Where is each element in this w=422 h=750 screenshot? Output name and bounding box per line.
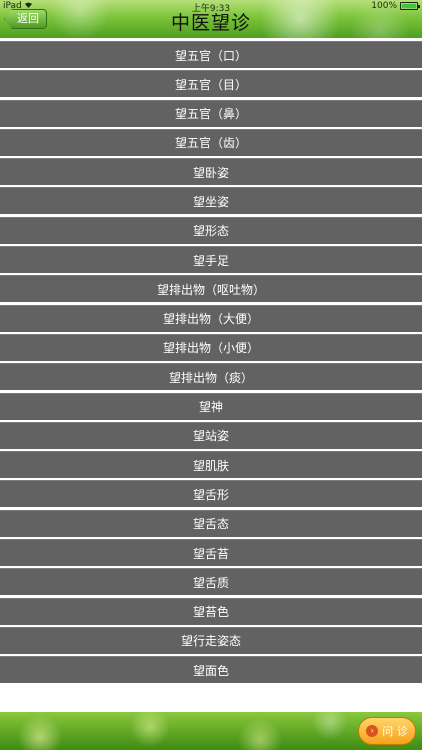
list-item[interactable]: 望五官（口）	[0, 41, 422, 68]
list-item[interactable]: 望排出物（呕吐物）	[0, 275, 422, 303]
list-item[interactable]: 望行走姿态	[0, 626, 422, 654]
bottom-bar: › 问 诊	[0, 712, 422, 750]
list-item[interactable]: 望排出物（大便）	[0, 304, 422, 332]
list-item[interactable]: 望舌质	[0, 568, 422, 596]
list-item[interactable]: 望排出物（小便）	[0, 333, 422, 361]
consult-button[interactable]: › 问 诊	[358, 717, 416, 745]
list-item[interactable]: 望舌态	[0, 509, 422, 537]
consult-label: 问 诊	[382, 725, 408, 738]
list-item[interactable]: 望五官（目）	[0, 70, 422, 98]
list-item[interactable]: 望苔色	[0, 597, 422, 625]
diagnosis-list: 望五官（口） 望五官（目） 望五官（鼻） 望五官（齿） 望卧姿 望坐姿 望形态 望手足 望排出物…	[0, 41, 422, 686]
arrow-right-icon: ›	[366, 725, 379, 737]
list-item[interactable]: 望舌苔	[0, 539, 422, 567]
header-bar: iPad 上午9:33 100% 返回 中医望诊	[0, 0, 422, 38]
list-item[interactable]: 望排出物（痰）	[0, 363, 422, 391]
list-item[interactable]: 望五官（鼻）	[0, 99, 422, 127]
list-item[interactable]: 望手足	[0, 246, 422, 274]
list-item[interactable]: 望形态	[0, 216, 422, 244]
list-item[interactable]: 望神	[0, 392, 422, 420]
page-title: 中医望诊	[170, 12, 251, 34]
list-item[interactable]: 望肌肤	[0, 451, 422, 479]
list-item[interactable]: 望面色	[0, 656, 422, 684]
list-item[interactable]: 望五官（齿）	[0, 128, 422, 156]
list-item[interactable]: 望卧姿	[0, 158, 422, 186]
list-item[interactable]: 望舌形	[0, 480, 422, 508]
list-item[interactable]: 望坐姿	[0, 187, 422, 215]
list-item[interactable]: 望站姿	[0, 421, 422, 449]
